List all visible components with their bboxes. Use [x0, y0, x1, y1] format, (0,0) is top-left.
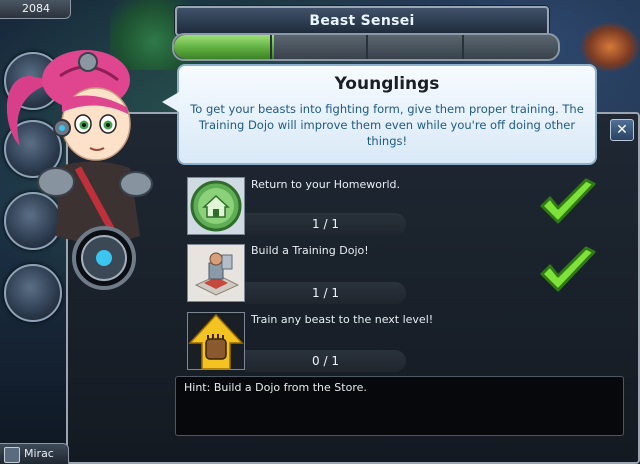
checkmark-icon	[540, 178, 596, 224]
task-description: Return to your Homeworld.	[251, 178, 401, 191]
dialog-bubble: Younglings To get your beasts into fight…	[177, 64, 597, 165]
train-icon	[187, 312, 245, 370]
edit-icon	[4, 447, 20, 463]
close-button[interactable]: ✕	[610, 119, 634, 141]
dialog-title: Younglings	[334, 74, 440, 94]
coin-counter: 2084	[0, 0, 71, 19]
hint-text: Hint: Build a Dojo from the Store.	[184, 381, 367, 394]
coin-count: 2084	[22, 2, 50, 15]
dojo-icon	[187, 244, 245, 302]
task-progress: 1 / 1	[245, 213, 406, 235]
progress-segment-divider	[462, 35, 464, 59]
progress-segment-divider	[270, 35, 272, 59]
bottom-tab-label: Mirac	[24, 447, 54, 460]
hint-box: Hint: Build a Dojo from the Store.	[175, 376, 624, 436]
task-description: Train any beast to the next level!	[251, 313, 434, 326]
home-icon	[187, 177, 245, 235]
dialog-body: To get your beasts into fighting form, g…	[190, 102, 584, 148]
quest-title: Beast Sensei	[309, 13, 415, 29]
quest-progress-bar	[172, 33, 560, 61]
quest-title-bar: Beast Sensei	[175, 6, 549, 36]
checkmark-icon	[540, 246, 596, 292]
task-description: Build a Training Dojo!	[251, 244, 369, 257]
task-progress: 0 / 1	[245, 350, 406, 372]
task-progress: 1 / 1	[245, 282, 406, 304]
bottom-tab[interactable]: Mirac	[0, 443, 69, 464]
progress-segment-divider	[366, 35, 368, 59]
quest-progress-fill	[174, 35, 274, 59]
advisor-avatar	[6, 50, 153, 290]
